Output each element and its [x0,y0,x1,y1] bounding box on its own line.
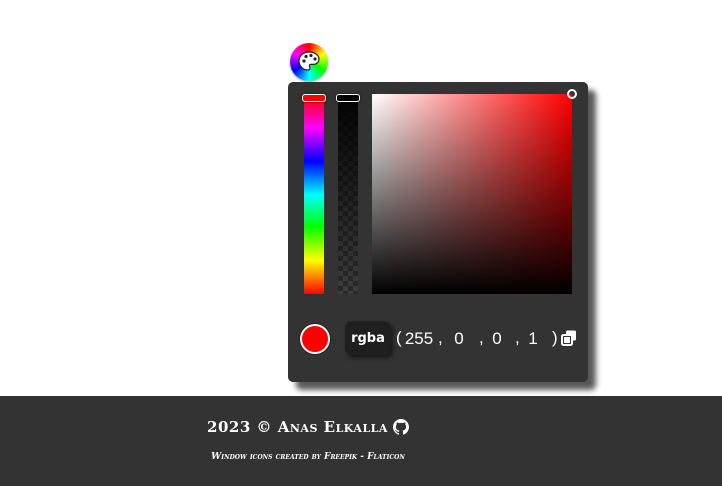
format-toggle-button[interactable]: rgba [345,321,391,355]
alpha-slider[interactable] [338,96,358,294]
green-value-input[interactable] [446,328,472,350]
blue-value-input[interactable] [484,328,510,350]
open-paren: ( [396,328,402,347]
github-link[interactable] [392,419,409,439]
alpha-slider-handle[interactable] [336,94,360,102]
saturation-value-area[interactable] [372,89,577,294]
hue-slider-handle[interactable] [302,94,326,102]
page-footer: 2023 © Anas Elkalla Window icons created… [0,396,722,486]
footer-credit-line: Window icons created by Freepik - Flatic… [0,452,616,462]
color-preview-swatch [300,324,330,354]
close-paren: ) [552,328,558,347]
alpha-value-input[interactable] [522,328,544,350]
red-value-input[interactable] [402,328,436,350]
copyright-text: 2023 © Anas Elkalla [207,418,388,436]
color-picker-panel: rgba ( , , , ) [288,82,588,382]
github-icon [392,419,409,435]
hue-slider[interactable] [304,96,324,294]
copy-button[interactable] [560,329,578,347]
icon-credit-link[interactable]: Window icons created by Freepik - Flatic… [211,452,405,462]
separator: , [438,328,443,347]
footer-copyright-line: 2023 © Anas Elkalla [0,418,616,439]
palette-icon [298,51,320,71]
palette-toggle-button[interactable] [290,43,328,81]
saturation-value-handle[interactable] [567,89,577,99]
copy-icon [561,330,576,346]
separator: , [515,328,520,347]
